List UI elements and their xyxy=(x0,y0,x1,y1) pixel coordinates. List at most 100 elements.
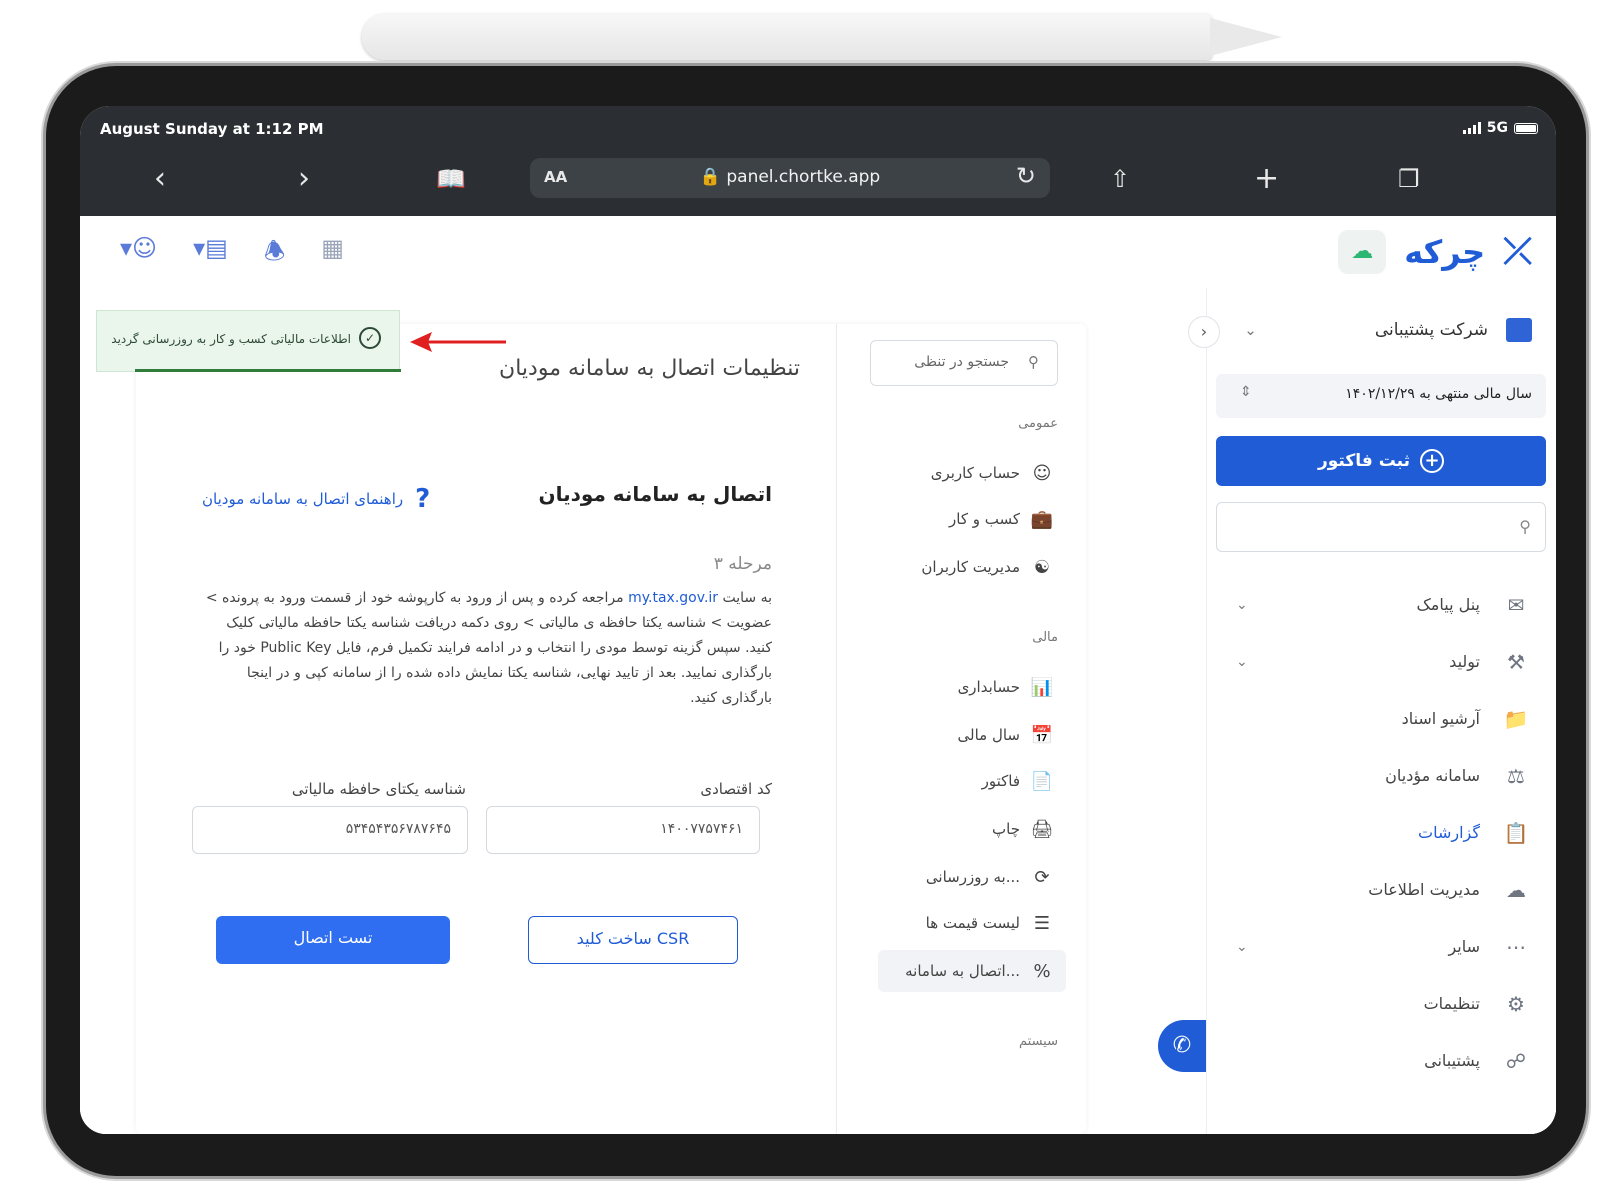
settings-search-input[interactable]: جستجو در تنظی ⚲ xyxy=(870,340,1058,386)
forward-icon[interactable]: › xyxy=(298,164,310,194)
price-list-icon: ☰ xyxy=(1033,912,1051,934)
help-link[interactable]: ? راهنمای اتصال به سامانه مودیان xyxy=(202,484,430,514)
sidebar-item-archive[interactable]: 📁 آرشیو اسناد xyxy=(1206,690,1556,747)
sidebar-item-label: مدیریت اطلاعات xyxy=(1368,880,1480,899)
nav-section-general: عمومی xyxy=(1018,416,1058,431)
pencil-body xyxy=(362,14,1212,60)
nav-item-label: کسب و کار xyxy=(949,510,1020,528)
share-icon[interactable]: ⇧ xyxy=(1110,164,1130,194)
signal-icon xyxy=(1462,122,1481,134)
sidebar-item-label: سایر xyxy=(1448,937,1480,956)
sidebar-item-label: پشتیبانی xyxy=(1424,1051,1480,1070)
chevron-down-icon: ⌄ xyxy=(1244,321,1257,339)
user-menu-icon[interactable]: ▾☺ xyxy=(120,234,157,275)
sidebar-item-support[interactable]: ☍ پشتیبانی xyxy=(1206,1032,1556,1089)
support-icon: ☍ xyxy=(1505,1048,1527,1073)
search-icon: ⚲ xyxy=(1028,353,1039,371)
reload-icon[interactable]: ↻ xyxy=(1016,162,1036,190)
test-connection-button[interactable]: تست اتصال xyxy=(216,916,450,964)
nav-item-label: فاکتور xyxy=(981,772,1020,790)
economic-code-label: کد اقتصادی xyxy=(700,780,772,798)
toast-progress xyxy=(135,369,401,372)
status-indicators: 5G xyxy=(1462,120,1538,136)
nav-item-label: اتصال به سامانه... xyxy=(905,962,1020,980)
tax-memory-id-label: شناسه یکتای حافظه مالیاتی xyxy=(291,780,466,798)
bookmarks-icon[interactable]: 📖 xyxy=(436,164,466,194)
sidebar-item-label: تنظیمات xyxy=(1423,994,1480,1013)
folder-icon: 📁 xyxy=(1503,706,1529,731)
user-icon: ☺ xyxy=(1032,462,1052,484)
briefcase-icon: 💼 xyxy=(1030,508,1054,530)
shop-icon[interactable]: ▦ xyxy=(321,234,344,275)
nav-item-accounting[interactable]: 📊 حسابداری xyxy=(878,666,1066,708)
sidebar-item-tax-system[interactable]: ⚖ سامانه مؤدیان xyxy=(1206,747,1556,804)
users-icon: ☯ xyxy=(1033,556,1051,578)
fiscal-menu-icon[interactable]: ▾▤ xyxy=(193,234,228,275)
cloud-sync-icon[interactable]: ☁ xyxy=(1338,230,1387,274)
nav-item-print[interactable]: 🖨 چاپ xyxy=(878,808,1066,850)
sidebar-item-sms[interactable]: ✉ پنل پیامک ⌄ xyxy=(1206,576,1556,633)
sidebar-item-label: آرشیو اسناد xyxy=(1401,709,1480,728)
new-invoice-button[interactable]: ثبت فاکتور + xyxy=(1216,436,1546,486)
sidebar-item-label: پنل پیامک xyxy=(1416,595,1480,614)
address-bar[interactable]: AA 🔒 panel.chortke.app ↻ xyxy=(530,158,1050,198)
new-tab-icon[interactable]: + xyxy=(1254,164,1279,194)
nav-item-tax-system[interactable]: % اتصال به سامانه... xyxy=(878,950,1066,992)
top-bar: ▾☺ ▾▤ 🕭 ▦ ☁ چرکه ⤫ xyxy=(80,216,1556,288)
sidebar-item-other[interactable]: ⋯ سایر ⌄ xyxy=(1206,918,1556,975)
tabs-icon[interactable]: ❐ xyxy=(1398,164,1420,194)
logo-icon: ⤫ xyxy=(1503,231,1532,272)
back-icon[interactable]: ‹ xyxy=(154,164,166,194)
tax-site-link[interactable]: my.tax.gov.ir xyxy=(628,590,718,606)
annotation-arrow xyxy=(410,332,506,352)
nav-item-fiscal-year[interactable]: 📅 سال مالی xyxy=(878,714,1066,756)
nav-item-label: حسابداری xyxy=(957,678,1020,696)
nav-item-users[interactable]: ☯ مدیریت کاربران xyxy=(878,546,1066,588)
apple-pencil xyxy=(362,14,1282,60)
chevron-down-icon: ⌄ xyxy=(1236,653,1248,670)
printer-icon: 🖨 xyxy=(1030,818,1054,840)
app: ▾☺ ▾▤ 🕭 ▦ ☁ چرکه ⤫ تنظیمات اتصال به ساما… xyxy=(80,216,1556,1134)
status-time: August Sunday at 1:12 PM xyxy=(100,120,324,138)
economic-code-input[interactable]: ۱۴۰۰۷۷۵۷۴۶۱ xyxy=(486,806,760,854)
settings-card: تنظیمات اتصال به سامانه مودیان اتصال به … xyxy=(136,324,1086,1134)
sidebar-item-reports[interactable]: 📋 گزارشات xyxy=(1206,804,1556,861)
tax-system-icon: % xyxy=(1033,960,1051,982)
tax-memory-id-input[interactable]: ۵۳۴۵۴۳۵۶۷۸۷۶۴۵ xyxy=(192,806,468,854)
nav-item-invoice[interactable]: 📄 فاکتور xyxy=(878,760,1066,802)
sms-panel-icon: ✉ xyxy=(1507,592,1525,617)
nav-item-account[interactable]: ☺ حساب کاربری xyxy=(878,452,1066,494)
chevron-down-icon: ⌄ xyxy=(1236,938,1248,955)
page-title: تنظیمات اتصال به سامانه مودیان xyxy=(499,356,800,381)
main-area: تنظیمات اتصال به سامانه مودیان اتصال به … xyxy=(80,288,1556,1134)
url-value: panel.chortke.app xyxy=(726,167,881,187)
company-selector[interactable]: شرکت پشتیبانی ⌄ xyxy=(1244,318,1532,342)
fiscal-year-label: سال مالی منتهی به ۱۴۰۲/۱۲/۲۹ xyxy=(1345,386,1532,402)
reports-icon: 📋 xyxy=(1503,820,1529,845)
network-label: 5G xyxy=(1486,120,1508,136)
plus-circle-icon: + xyxy=(1420,449,1445,473)
fiscal-year-select[interactable]: سال مالی منتهی به ۱۴۰۲/۱۲/۲۹ ⇕ xyxy=(1216,374,1546,418)
nav-item-label: لیست قیمت ها xyxy=(925,914,1020,932)
nav-item-label: چاپ xyxy=(992,820,1020,838)
url-text[interactable]: 🔒 panel.chortke.app xyxy=(530,167,1050,187)
sidebar-collapse-icon[interactable]: › xyxy=(1188,316,1220,348)
bell-icon[interactable]: 🕭 xyxy=(264,234,285,275)
gear-icon: ⚙ xyxy=(1507,991,1525,1016)
nav-item-update[interactable]: ⟳ به روزرسانی... xyxy=(878,856,1066,898)
brand: ☁ چرکه ⤫ xyxy=(1338,230,1532,274)
nav-item-business[interactable]: 💼 کسب و کار xyxy=(878,498,1066,540)
success-toast: ✓ اطلاعات مالیاتی کسب و کار به روزرسانی … xyxy=(96,310,401,372)
nav-section-financial: مالی xyxy=(1032,630,1058,645)
help-icon: ? xyxy=(415,484,431,514)
sidebar-item-data-management[interactable]: ☁ مدیریت اطلاعات xyxy=(1206,861,1556,918)
phone-icon[interactable]: ✆ xyxy=(1158,1020,1206,1072)
create-csr-button[interactable]: ساخت کلید CSR xyxy=(528,916,738,964)
sidebar-item-settings[interactable]: ⚙ تنظیمات xyxy=(1206,975,1556,1032)
settings-content: تنظیمات اتصال به سامانه مودیان اتصال به … xyxy=(136,324,836,1134)
accounting-icon: 📊 xyxy=(1030,676,1054,698)
chevron-down-icon: ⌄ xyxy=(1236,596,1248,613)
sidebar-item-production[interactable]: ⚒ تولید ⌄ xyxy=(1206,633,1556,690)
sidebar-search-input[interactable]: ⚲ xyxy=(1216,502,1546,552)
nav-item-price-list[interactable]: ☰ لیست قیمت ها xyxy=(878,902,1066,944)
